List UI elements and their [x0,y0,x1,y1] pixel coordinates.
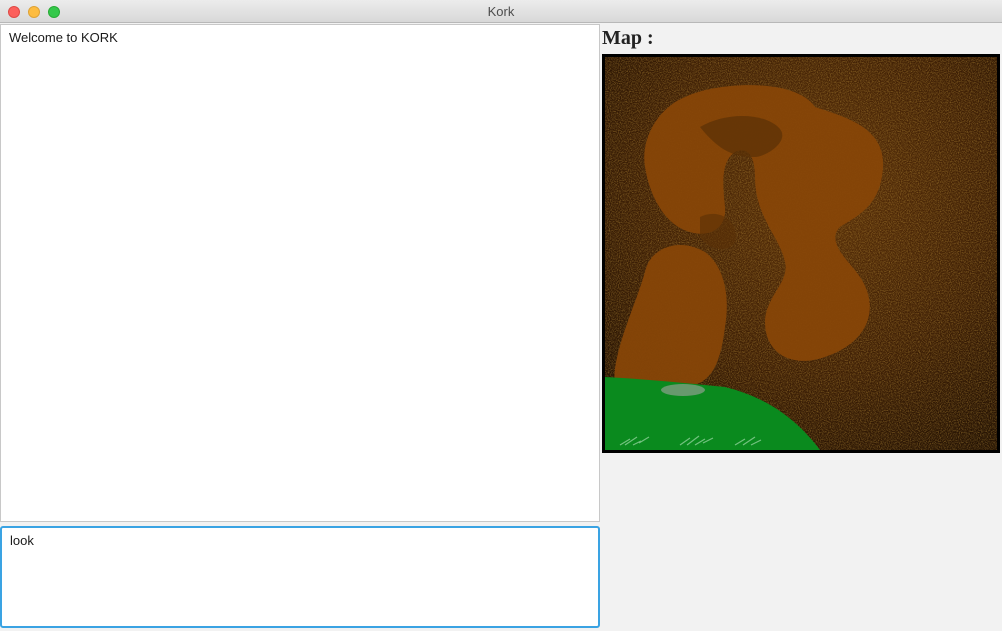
command-input[interactable] [0,526,600,628]
map-image [605,57,997,450]
title-bar[interactable]: Kork [0,0,1002,23]
map-label: Map : [602,27,654,49]
game-output-area[interactable]: Welcome to KORK [0,24,600,522]
window-title: Kork [487,4,515,19]
app-window: Kork Welcome to KORK Map : [0,0,1002,631]
map-view [602,54,1000,453]
